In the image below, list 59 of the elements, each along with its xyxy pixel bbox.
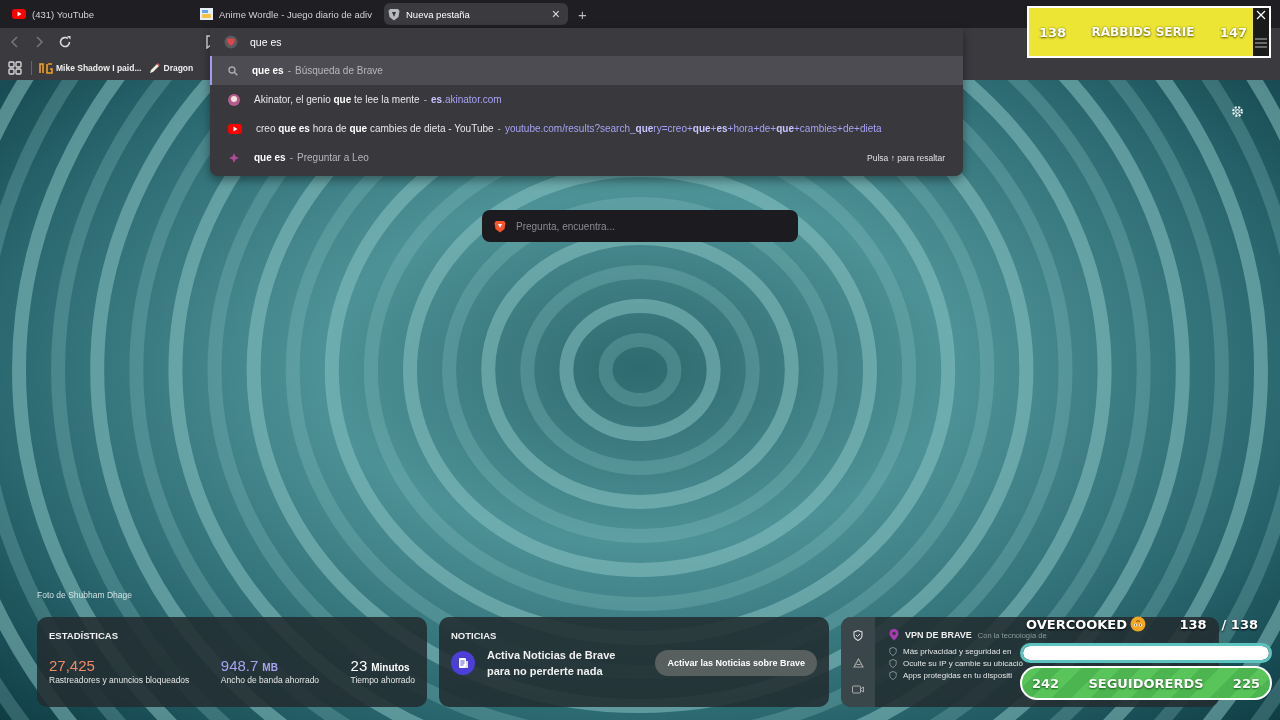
stat-value: 23: [350, 657, 368, 674]
site-favicon-icon: [228, 93, 240, 106]
goal-count: 242: [1032, 675, 1060, 691]
address-field[interactable]: que es: [250, 36, 550, 48]
bookmark-item[interactable]: Dragon: [148, 62, 194, 74]
sparkle-icon: [228, 151, 240, 164]
goal-count: / 138: [1221, 616, 1258, 632]
goal-count: 147: [1219, 24, 1247, 40]
suggestion-item[interactable]: Akinator, el genio que te lee la mente - es.akinator.com: [210, 85, 963, 114]
shield-icon[interactable]: [224, 35, 238, 49]
close-tab-button[interactable]: ×: [549, 6, 562, 22]
card-title: VPN DE BRAVE: [905, 630, 972, 640]
stat-label: Ancho de banda ahorrado: [220, 675, 320, 685]
stat-label: Rastreadores y anuncios bloqueados: [49, 675, 190, 685]
goal-title: OVERCOOKED: [1026, 616, 1128, 632]
goal-title: SEGUIDORERDS: [1088, 675, 1204, 691]
goal-title: RABBIDS SERIE: [1090, 25, 1196, 39]
site-favicon-icon: [200, 8, 213, 20]
stat-unit: Minutos: [371, 662, 410, 673]
letters-logo-icon: [39, 62, 53, 74]
feature-text: Más privacidad y seguridad en: [903, 647, 1012, 656]
browser-tab[interactable]: Nueva pestaña ×: [384, 3, 568, 25]
feature-text: Apps protegidas en tu dispositi: [903, 671, 1012, 680]
news-message: Activa Noticias de Brave para no perderte nada: [487, 648, 617, 679]
search-field[interactable]: Pregunta, encuentra...: [482, 210, 798, 242]
play-logo-icon: [228, 123, 242, 134]
triangle-icon[interactable]: [852, 658, 864, 668]
goal-count: 138: [1039, 24, 1067, 40]
card-title: ESTADÍSTICAS: [49, 630, 119, 641]
suggestion-item[interactable]: creo que es hora de que cambies de dieta - YouTube - youtube.com/results?search_query=creo+que+es+hora+de+que+cambies+de+dieta: [210, 114, 963, 143]
photo-credit: Foto de Shubham Dhage: [36, 590, 133, 600]
settings-icon[interactable]: [1231, 105, 1244, 118]
stat-unit: MB: [262, 662, 278, 673]
activate-news-button[interactable]: Activar las Noticias sobre Brave: [655, 650, 817, 676]
suggestion-item[interactable]: que es - Preguntar a Leo Pulsa ↑ para resaltar: [210, 143, 963, 172]
apps-grid-icon[interactable]: [6, 59, 24, 77]
pencil-icon: [148, 62, 161, 74]
location-pin-icon: [889, 629, 899, 641]
play-logo-icon: [12, 9, 26, 19]
search-icon: [228, 65, 238, 76]
goal-count: 138: [1179, 616, 1207, 632]
browser-tab[interactable]: Anime Wordle - Juego diario de adiv: [196, 3, 380, 25]
new-tab-button[interactable]: +: [572, 5, 593, 23]
stat-value: 27,425: [49, 657, 95, 674]
document-icon: [451, 651, 475, 675]
feature-text: Oculte su IP y cambie su ubicació: [903, 659, 1023, 668]
browser-tab[interactable]: (431) YouTube: [8, 3, 192, 25]
menu-icon[interactable]: [1255, 38, 1267, 48]
stat-label: Tiempo ahorrado: [350, 675, 415, 685]
video-camera-icon[interactable]: [852, 685, 864, 695]
suggestion-item[interactable]: que es - Búsqueda de Brave: [210, 56, 963, 85]
card-title: NOTICIAS: [451, 630, 498, 641]
close-icon[interactable]: [1256, 10, 1266, 20]
stat-value: 948.7: [220, 657, 259, 674]
shield-check-icon[interactable]: [853, 629, 863, 641]
keyboard-hint: Pulsa ↑ para resaltar: [867, 152, 945, 163]
face-emoji-icon: [1130, 616, 1147, 632]
goal-count: 225: [1232, 675, 1260, 691]
bookmark-item[interactable]: Mike Shadow I paid...: [39, 62, 142, 74]
